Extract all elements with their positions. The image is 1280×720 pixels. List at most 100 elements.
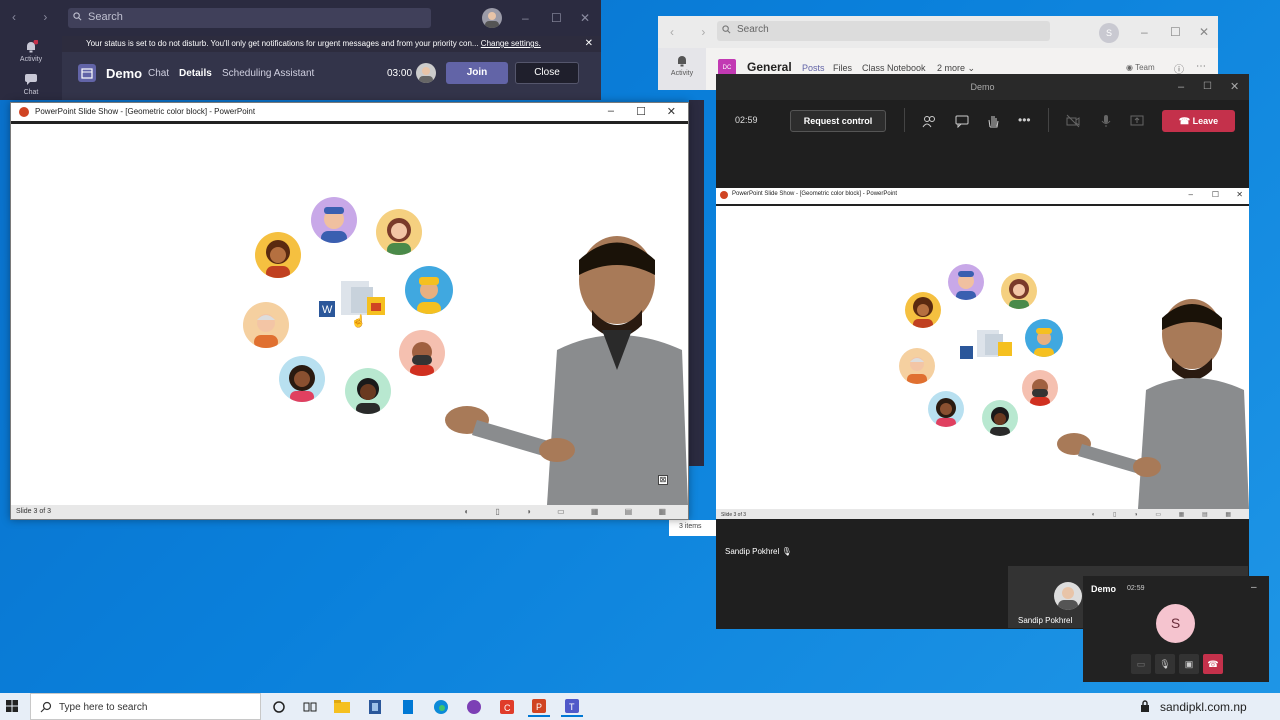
calendar-icon <box>78 64 96 82</box>
file-explorer-icon[interactable] <box>331 697 353 717</box>
hang-up-icon[interactable]: ☎ <box>1203 654 1223 674</box>
mic-off-icon[interactable]: 🎙 <box>1155 654 1175 674</box>
maximize-icon[interactable]: ☐ <box>1170 25 1181 39</box>
avatar[interactable]: S <box>1099 23 1119 43</box>
lock-icon <box>1140 699 1150 713</box>
search-placeholder: Search <box>88 11 123 23</box>
search-icon <box>73 12 82 21</box>
zoom-icon[interactable]: ⊠ <box>658 475 668 485</box>
tab-files[interactable]: Files <box>833 63 852 73</box>
share-screen-icon[interactable]: ▣ <box>1179 654 1199 674</box>
nav-arrows[interactable]: ‹ › <box>12 10 59 24</box>
tab-more[interactable]: 2 more ⌄ <box>937 63 975 74</box>
request-control-button[interactable]: Request control <box>790 110 886 132</box>
cortana-icon[interactable] <box>268 697 290 717</box>
minimize-icon[interactable]: – <box>1251 582 1257 593</box>
maximize-icon[interactable]: ☐ <box>1212 190 1219 199</box>
person-avatar-icon <box>311 197 357 243</box>
close-icon[interactable]: ✕ <box>1230 74 1239 100</box>
search-placeholder: Search <box>737 24 769 35</box>
bell-icon <box>675 54 689 68</box>
mini-timer: 02:59 <box>1127 585 1145 592</box>
maximize-icon[interactable]: ☐ <box>1203 74 1212 100</box>
search-input[interactable]: Search <box>717 21 1050 41</box>
person-avatar-icon <box>948 264 984 300</box>
participants-icon[interactable] <box>922 114 936 128</box>
powerpoint-window-left: PowerPoint Slide Show - [Geometric color… <box>10 102 689 520</box>
tab-posts[interactable]: Posts <box>802 63 825 73</box>
ppt-title: PowerPoint Slide Show - [Geometric color… <box>732 191 898 197</box>
minimize-icon[interactable]: – <box>1178 74 1184 100</box>
camera-off-icon[interactable]: ▭ <box>1131 654 1151 674</box>
minimize-icon[interactable]: – <box>608 105 614 117</box>
person-avatar-icon <box>345 368 391 414</box>
minimize-icon[interactable]: – <box>1189 190 1193 199</box>
view-controls[interactable]: ◐ ▯ ◑ ▭ ▦ ▤ ▦ <box>1092 511 1239 518</box>
chat-icon[interactable] <box>955 114 969 128</box>
slide-counter: Slide 3 of 3 <box>16 508 52 515</box>
more-icon[interactable]: ⋯ <box>1196 61 1206 72</box>
app-icon[interactable]: C <box>496 697 518 717</box>
search-input[interactable]: Search <box>68 8 431 28</box>
mini-controls: ▭ 🎙 ▣ ☎ <box>1131 654 1223 674</box>
windows-start-icon[interactable] <box>6 700 18 712</box>
task-view-icon[interactable] <box>299 697 321 717</box>
mic-off-icon: 🎙 <box>781 547 792 556</box>
leave-button[interactable]: ☎ Leave <box>1162 110 1235 132</box>
cursor-icon: ☝ <box>351 314 366 328</box>
mini-title: Demo <box>1091 584 1117 594</box>
more-actions-icon[interactable]: ••• <box>1018 114 1032 128</box>
change-settings-link[interactable]: Change settings. <box>481 39 541 48</box>
maximize-icon[interactable]: ☐ <box>636 105 646 118</box>
app-rail: Activity <box>658 48 706 90</box>
raise-hand-icon[interactable] <box>986 114 1000 128</box>
search-icon <box>40 701 52 713</box>
close-icon[interactable]: ✕ <box>1199 25 1209 39</box>
svg-text:W: W <box>322 304 333 316</box>
app-icon[interactable] <box>397 697 419 717</box>
divider <box>904 108 905 132</box>
meeting-time: 03:00 <box>387 68 413 79</box>
tab-class-notebook[interactable]: Class Notebook <box>862 63 926 73</box>
rail-activity[interactable]: Activity <box>658 54 706 77</box>
share-screen-icon[interactable] <box>1130 114 1144 128</box>
powerpoint-logo-icon <box>720 191 728 199</box>
tab-chat[interactable]: Chat <box>148 68 169 79</box>
teams-icon[interactable]: T <box>561 697 583 717</box>
close-icon[interactable]: ✕ <box>1236 190 1243 199</box>
meeting-header: Demo Chat Details Scheduling Assistant 0… <box>62 54 601 94</box>
avatar[interactable] <box>482 8 502 28</box>
banner-text: Your status is set to do not disturb. Yo… <box>86 39 479 48</box>
presenter-image <box>437 230 688 505</box>
close-icon[interactable]: ✕ <box>580 11 590 25</box>
rail-activity[interactable]: Activity <box>0 40 62 63</box>
view-controls[interactable]: ◐ ▯ ◑ ▭ ▦ ▤ ▦ <box>464 507 678 516</box>
mic-off-icon[interactable] <box>1099 114 1113 128</box>
tab-details[interactable]: Details <box>179 68 212 79</box>
powerpoint-icon[interactable]: P <box>528 697 550 717</box>
participant-avatar <box>416 63 436 83</box>
minimize-icon[interactable]: – <box>522 11 529 25</box>
minimize-icon[interactable]: – <box>1141 25 1148 39</box>
join-button[interactable]: Join <box>446 62 508 84</box>
rail-chat[interactable]: Chat <box>0 73 62 96</box>
app-icon[interactable] <box>364 697 386 717</box>
items-count: 3 items <box>669 520 716 536</box>
maximize-icon[interactable]: ☐ <box>551 11 562 25</box>
camera-off-icon[interactable] <box>1066 114 1080 128</box>
close-button[interactable]: Close <box>515 62 579 84</box>
app-icon[interactable] <box>463 697 485 717</box>
edge-icon[interactable] <box>430 697 452 717</box>
tab-scheduling-assistant[interactable]: Scheduling Assistant <box>222 68 314 79</box>
taskbar-search[interactable]: Type here to search <box>30 693 261 720</box>
ppt-title-bar: PowerPoint Slide Show - [Geometric color… <box>11 103 688 121</box>
participant-avatar <box>1054 582 1082 610</box>
nav-arrows[interactable]: ‹ › <box>670 25 717 39</box>
banner-close-icon[interactable]: ✕ <box>585 38 593 49</box>
ppt-title: PowerPoint Slide Show - [Geometric color… <box>35 107 256 116</box>
bell-icon <box>24 40 38 54</box>
divider <box>1048 108 1049 132</box>
phone-icon: ☎ <box>1178 116 1191 126</box>
close-icon[interactable]: ✕ <box>667 105 676 118</box>
mini-meeting-window: Demo 02:59 – S ▭ 🎙 ▣ ☎ <box>1083 576 1269 682</box>
